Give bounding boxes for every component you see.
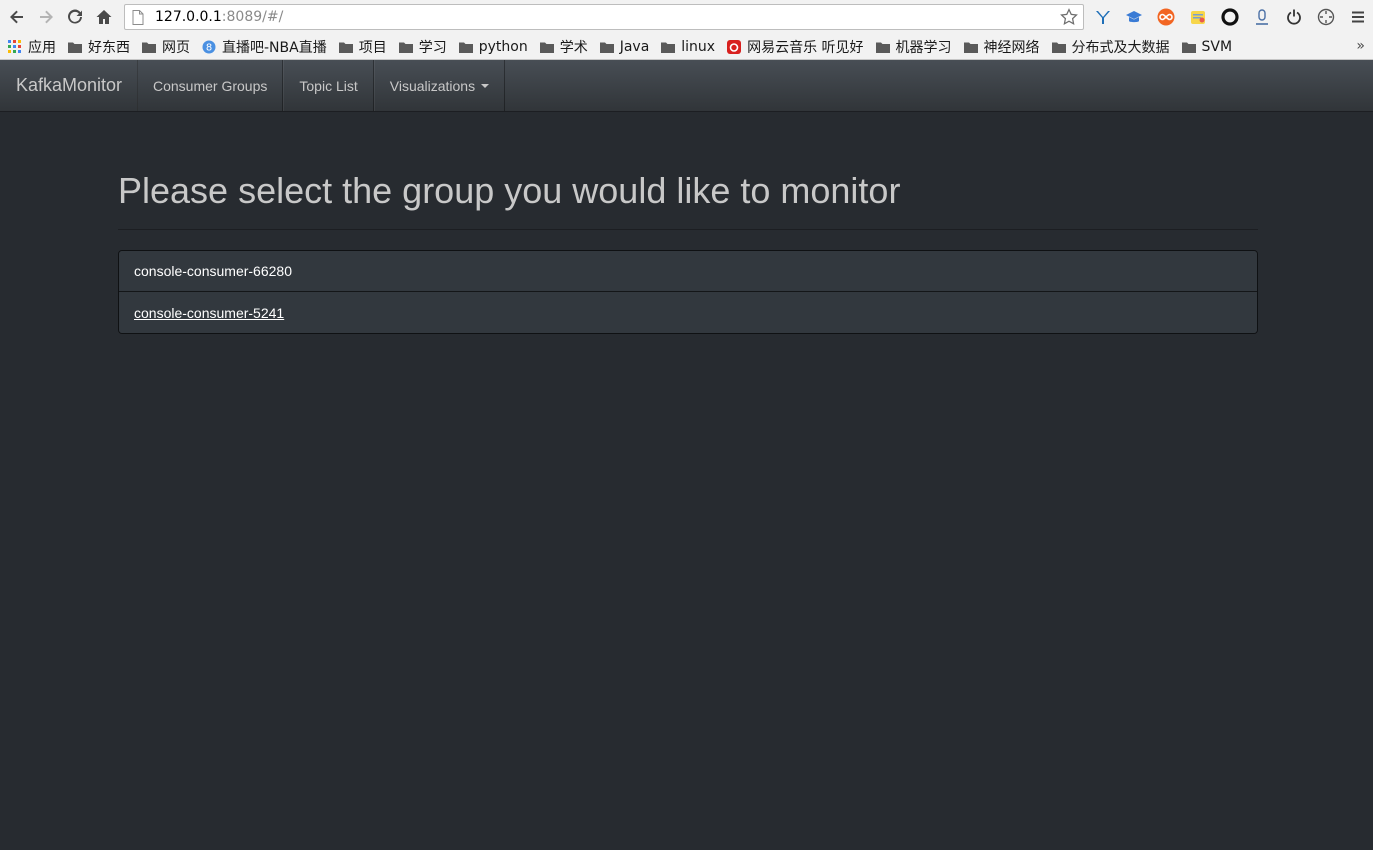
bookmark-item[interactable]: SVM	[1181, 39, 1233, 55]
consumer-group-item[interactable]: console-consumer-66280	[119, 251, 1257, 292]
url-text: 127.0.0.1:8089/#/	[155, 9, 283, 25]
page-icon	[132, 9, 146, 25]
url-host: 127.0.0.1	[155, 9, 222, 25]
brand-link[interactable]: KafkaMonitor	[0, 60, 139, 111]
apps-grid-icon	[7, 40, 23, 54]
reload-button[interactable]	[64, 6, 86, 28]
home-icon	[96, 10, 112, 24]
bookmark-item[interactable]: 好东西	[67, 37, 130, 57]
bookmark-label: 学术	[559, 40, 588, 56]
folder-icon	[67, 40, 83, 54]
nav-menu: Consumer Groups Topic List Visualization…	[137, 60, 506, 111]
bookmark-label: 机器学习	[895, 40, 952, 56]
folder-icon	[338, 40, 354, 54]
nav-topic-list-label: Topic List	[299, 77, 358, 94]
bookmark-item[interactable]: python	[458, 39, 528, 55]
bookmark-label: 应用	[28, 40, 56, 56]
nav-consumer-groups[interactable]: Consumer Groups	[137, 60, 284, 111]
folder-icon	[875, 40, 891, 54]
extension-y-icon[interactable]	[1093, 7, 1113, 27]
bookmark-label: 分布式及大数据	[1071, 40, 1170, 56]
arrow-left-icon	[10, 10, 23, 24]
nav-visualizations-dropdown[interactable]: Visualizations	[373, 60, 506, 111]
arrow-right-icon	[40, 10, 53, 24]
extension-power-icon[interactable]	[1284, 7, 1304, 27]
nav-topic-list[interactable]: Topic List	[283, 60, 374, 111]
bookmark-label: 网页	[162, 40, 190, 56]
bookmark-label: 直播吧-NBA直播	[222, 40, 327, 56]
main-container: Please select the group you would like t…	[118, 112, 1258, 334]
extension-user-icon[interactable]	[1252, 7, 1272, 27]
bookmark-label: 网易云音乐 听见好	[747, 40, 864, 56]
address-bar[interactable]: 127.0.0.1:8089/#/	[124, 4, 1084, 30]
bookmark-item[interactable]: 学习	[398, 37, 447, 57]
bookmark-label: python	[478, 39, 528, 55]
bookmark-label: 神经网络	[983, 40, 1040, 56]
svg-text:8: 8	[206, 43, 212, 54]
extension-infinity-icon[interactable]	[1156, 7, 1176, 27]
folder-icon	[660, 40, 676, 54]
bookmark-item[interactable]: linux	[660, 39, 715, 55]
back-button[interactable]	[6, 6, 28, 28]
browser-chrome: 127.0.0.1:8089/#/ 应用 好东西 网页 8 直播吧-NBA直播 …	[0, 0, 1373, 60]
site-favicon-icon: 8	[201, 40, 217, 54]
url-path: :8089/#/	[221, 9, 284, 25]
bookmark-item[interactable]: 8 直播吧-NBA直播	[201, 37, 327, 57]
chrome-menu-icon[interactable]	[1348, 7, 1368, 27]
bookmark-label: 项目	[358, 40, 387, 56]
extension-compass-icon[interactable]	[1316, 7, 1336, 27]
bookmark-item[interactable]: 应用	[7, 37, 56, 57]
bookmarks-overflow-button[interactable]: »	[1356, 38, 1365, 54]
bookmark-item[interactable]: Java	[599, 39, 650, 55]
caret-down-icon	[481, 83, 490, 88]
folder-icon	[539, 40, 555, 54]
bookmark-item[interactable]: 项目	[338, 37, 387, 57]
forward-button[interactable]	[35, 6, 57, 28]
extension-ring-icon[interactable]	[1220, 7, 1240, 27]
consumer-group-item[interactable]: console-consumer-5241	[119, 292, 1257, 333]
page-title: Please select the group you would like t…	[118, 170, 901, 211]
extension-graduation-icon[interactable]	[1124, 7, 1144, 27]
folder-icon	[599, 40, 615, 54]
bookmarks-bar: 应用 好东西 网页 8 直播吧-NBA直播 项目 学习 python 学术 Java linux 网易…	[0, 35, 1373, 59]
consumer-group-name: console-consumer-5241	[134, 304, 285, 321]
folder-icon	[1051, 40, 1067, 54]
bookmark-label: 学习	[418, 40, 447, 56]
consumer-group-list: console-consumer-66280 console-consumer-…	[118, 250, 1258, 334]
bookmark-label: 好东西	[88, 40, 130, 56]
consumer-group-name: console-consumer-66280	[134, 263, 292, 279]
bookmark-item[interactable]: 分布式及大数据	[1051, 37, 1170, 57]
nav-visualizations-label: Visualizations	[389, 77, 476, 94]
folder-icon	[458, 40, 474, 54]
bookmark-label: Java	[619, 39, 650, 55]
netease-music-icon	[726, 40, 742, 54]
bookmark-label: linux	[681, 39, 716, 55]
bookmark-star-icon[interactable]	[1060, 8, 1078, 26]
extension-note-icon[interactable]	[1188, 7, 1208, 27]
bookmark-item[interactable]: 网页	[141, 37, 190, 57]
page-header: Please select the group you would like t…	[118, 171, 1258, 230]
bookmark-label: SVM	[1201, 39, 1233, 55]
folder-icon	[398, 40, 414, 54]
reload-icon	[68, 9, 82, 24]
folder-icon	[1181, 40, 1197, 54]
home-button[interactable]	[93, 6, 115, 28]
app-navbar: KafkaMonitor Consumer Groups Topic List …	[0, 60, 1373, 112]
folder-icon	[963, 40, 979, 54]
bookmark-item[interactable]: 神经网络	[963, 37, 1040, 57]
browser-toolbar: 127.0.0.1:8089/#/	[0, 0, 1373, 35]
bookmark-item[interactable]: 网易云音乐 听见好	[726, 37, 864, 57]
bookmark-item[interactable]: 学术	[539, 37, 588, 57]
bookmark-item[interactable]: 机器学习	[875, 37, 952, 57]
folder-icon	[141, 40, 157, 54]
nav-consumer-groups-label: Consumer Groups	[153, 77, 268, 94]
